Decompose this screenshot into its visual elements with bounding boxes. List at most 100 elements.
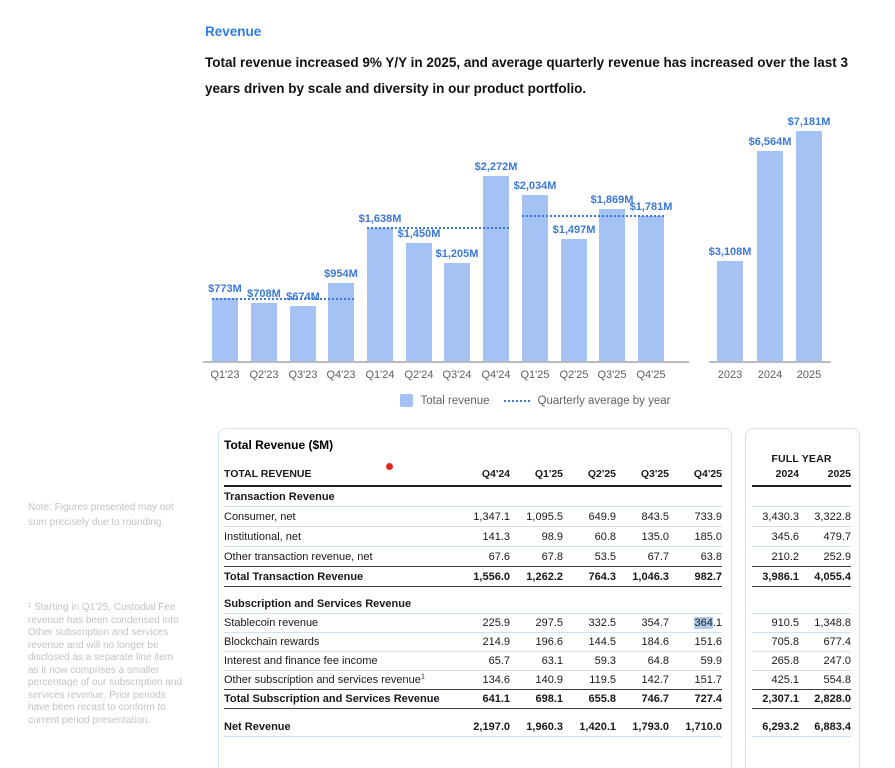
fy-row-value: 554.8 <box>799 674 851 686</box>
chart-bar-2023 <box>717 261 743 361</box>
legend-label: Total revenue <box>421 395 490 407</box>
row-label: Transaction Revenue <box>224 491 722 503</box>
chart-bar-Q3'24 <box>444 263 470 361</box>
table-title: Total Revenue ($M) <box>224 429 722 459</box>
fy-row-other-transaction-revenue-net: 210.2252.9 <box>752 547 851 567</box>
row-value: 144.5 <box>563 636 616 648</box>
table-row-interest-and-finance-fee-income: Interest and finance fee income65.763.15… <box>224 652 722 671</box>
fy-row-value: 6,883.4 <box>799 721 851 733</box>
fy-row-value: 2,307.1 <box>752 693 799 705</box>
row-value: 733.9 <box>669 511 722 523</box>
fy-row-subscription-and-services-revenue <box>752 595 851 614</box>
column-header-fy-2025: 2025 <box>799 468 851 480</box>
table-row-subscription-and-services-revenue: Subscription and Services Revenue <box>224 595 722 614</box>
row-value: 63.1 <box>510 655 563 667</box>
row-value: 140.9 <box>510 674 563 686</box>
row-value: 982.7 <box>669 571 722 583</box>
row-value: 225.9 <box>457 617 510 629</box>
row-value: 134.6 <box>457 674 510 686</box>
row-value: 297.5 <box>510 617 563 629</box>
intro-paragraph: Total revenue increased 9% Y/Y in 2025, … <box>205 50 887 102</box>
fy-row-value: 210.2 <box>752 551 799 563</box>
legend-label: Quarterly average by year <box>538 395 671 407</box>
row-value: 1,960.3 <box>510 721 563 733</box>
row-label: Interest and finance fee income <box>224 655 457 667</box>
table-row-spacer <box>224 709 722 717</box>
row-value: 65.7 <box>457 655 510 667</box>
column-header-total-revenue: TOTAL REVENUE <box>224 468 457 480</box>
full-year-table: FULL YEAR 20242025 3,430.33,322.8345.647… <box>745 428 860 768</box>
table-row-other-subscription-and-services-revenue: Other subscription and services revenue1… <box>224 671 722 690</box>
row-label: Total Subscription and Services Revenue <box>224 693 457 705</box>
chart-bar-Q1'23 <box>212 298 238 361</box>
row-label: Subscription and Services Revenue <box>224 598 722 610</box>
column-header-q4-24: Q4'24 <box>457 468 510 480</box>
bar-value-label: $2,272M <box>448 161 544 173</box>
chart-bar-Q3'23 <box>290 306 316 361</box>
legend-item-total-revenue: Total revenue <box>400 394 490 407</box>
column-header-q3-25: Q3'25 <box>616 468 669 480</box>
fy-row-total-transaction-revenue: 3,986.14,055.4 <box>752 567 851 587</box>
quarterly-average-line-2025 <box>522 215 664 217</box>
fy-row-value: 3,430.3 <box>752 511 799 523</box>
chart-bar-Q3'25 <box>599 209 625 361</box>
click-marker-dot <box>386 463 393 470</box>
row-label: Other transaction revenue, net <box>224 551 457 563</box>
row-value: 53.5 <box>563 551 616 563</box>
row-value: 1,262.2 <box>510 571 563 583</box>
fy-row-value: 3,986.1 <box>752 571 799 583</box>
quarterly-average-line-2023 <box>212 298 354 300</box>
table-row-other-transaction-revenue-net: Other transaction revenue, net67.667.853… <box>224 547 722 567</box>
fy-row-value: 252.9 <box>799 551 851 563</box>
fy-row-value: 6,293.2 <box>752 721 799 733</box>
row-label: Blockchain rewards <box>224 636 457 648</box>
bar-value-label: $2,034M <box>487 180 583 192</box>
row-value: 98.9 <box>510 531 563 543</box>
fy-row-other-subscription-and-services-revenue: 425.1554.8 <box>752 671 851 690</box>
row-value: 60.8 <box>563 531 616 543</box>
quarterly-average-line-2024 <box>367 227 509 229</box>
row-value: 151.7 <box>669 674 722 686</box>
row-value: 2,197.0 <box>457 721 510 733</box>
row-value: 214.9 <box>457 636 510 648</box>
row-value: 1,420.1 <box>563 721 616 733</box>
row-value: 764.3 <box>563 571 616 583</box>
row-value: 1,793.0 <box>616 721 669 733</box>
fy-row-interest-and-finance-fee-income: 265.8247.0 <box>752 652 851 671</box>
chart-bar-Q2'25 <box>561 239 587 361</box>
row-value: 64.8 <box>616 655 669 667</box>
row-value: 196.6 <box>510 636 563 648</box>
chart-legend: Total revenue Quarterly average by year <box>325 394 745 407</box>
column-header-q2-25: Q2'25 <box>563 468 616 480</box>
row-value: 142.7 <box>616 674 669 686</box>
fy-row-institutional-net: 345.6479.7 <box>752 527 851 547</box>
row-label: Other subscription and services revenue1 <box>224 674 457 686</box>
yearly-x-axis <box>709 361 831 363</box>
table-row-spacer <box>224 587 722 595</box>
total-revenue-swatch-icon <box>400 394 413 407</box>
row-value: 698.1 <box>510 693 563 705</box>
x-axis-label: Q4'25 <box>623 369 679 381</box>
fy-row-value: 247.0 <box>799 655 851 667</box>
column-header-q1-25: Q1'25 <box>510 468 563 480</box>
footnote-1: ¹ Starting in Q1'25, Custodial Fee reven… <box>28 602 183 727</box>
row-label: Institutional, net <box>224 531 457 543</box>
row-value: 1,046.3 <box>616 571 669 583</box>
bar-value-label: $7,181M <box>761 116 857 128</box>
fy-row-blockchain-rewards: 705.8677.4 <box>752 633 851 652</box>
row-value: 364.1 <box>669 617 722 629</box>
row-value: 655.8 <box>563 693 616 705</box>
row-value: 141.3 <box>457 531 510 543</box>
column-header-fy-2024: 2024 <box>752 468 799 480</box>
chart-bar-Q4'25 <box>638 216 664 361</box>
fy-row-value: 1,348.8 <box>799 617 851 629</box>
chart-bar-Q4'23 <box>328 283 354 361</box>
row-value: 135.0 <box>616 531 669 543</box>
fy-row-value: 345.6 <box>752 531 799 543</box>
fy-row-value: 425.1 <box>752 674 799 686</box>
chart-bar-Q4'24 <box>483 176 509 361</box>
row-value: 746.7 <box>616 693 669 705</box>
row-value: 63.8 <box>669 551 722 563</box>
row-value: 1,347.1 <box>457 511 510 523</box>
column-header-q4-25: Q4'25 <box>669 468 722 480</box>
